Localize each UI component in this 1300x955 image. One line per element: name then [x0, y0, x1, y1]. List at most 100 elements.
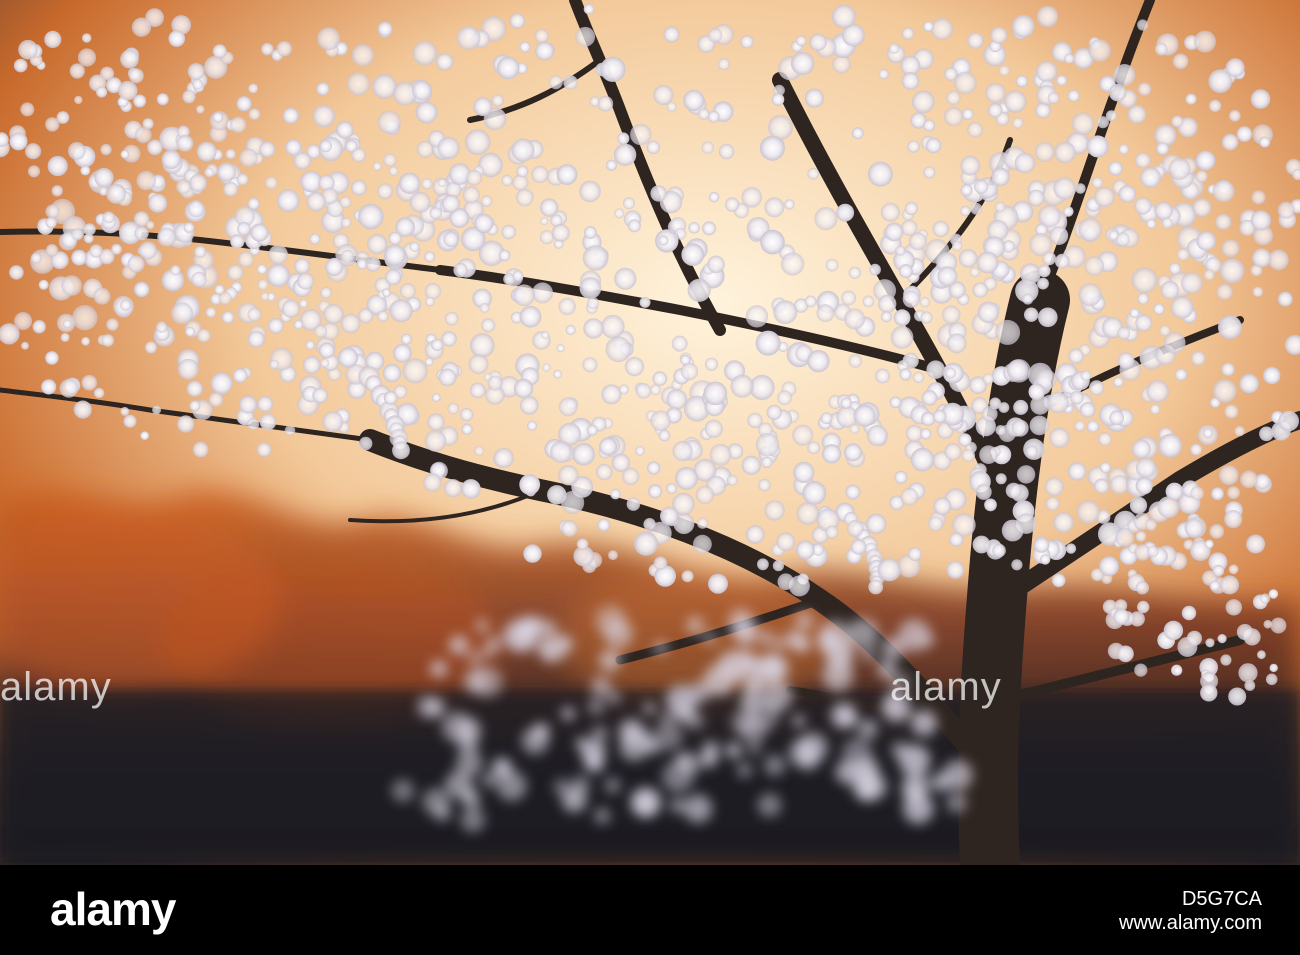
blossom [134, 281, 150, 298]
blossom [441, 331, 457, 347]
blossom [1170, 295, 1194, 319]
blossom [675, 466, 698, 490]
blossom [627, 219, 641, 233]
blossom [1168, 157, 1191, 180]
blossom [1259, 426, 1274, 442]
blossom [878, 69, 889, 80]
blossom [1012, 117, 1024, 129]
blossom [425, 296, 435, 307]
blossom [975, 484, 992, 500]
blurred-blossom [416, 695, 439, 718]
blossom [1227, 486, 1240, 500]
blossom [1215, 213, 1232, 230]
blossom [513, 284, 535, 307]
blossom [236, 96, 252, 112]
blossom [889, 396, 902, 409]
blossom [634, 531, 659, 556]
blossom [583, 3, 595, 15]
blossom [480, 195, 493, 207]
blossom [1149, 404, 1161, 415]
blossom [708, 191, 720, 203]
blossom [1140, 167, 1161, 188]
blossom [284, 425, 296, 436]
blossom [339, 196, 352, 209]
blossom [135, 126, 152, 144]
blossom [1208, 69, 1232, 93]
blossom [136, 170, 156, 191]
blurred-blossom [902, 779, 926, 804]
blossom [535, 41, 555, 61]
blossom [325, 257, 344, 277]
blossom [848, 354, 863, 368]
blossom [1108, 230, 1119, 241]
blossom [421, 178, 433, 190]
blossom [441, 194, 460, 213]
blossom [707, 255, 725, 274]
blossom [1246, 534, 1266, 554]
blossom [1204, 539, 1214, 549]
blossom [1045, 496, 1060, 511]
blossom [351, 44, 375, 67]
blossom [1190, 486, 1205, 501]
blossom [247, 330, 265, 348]
blossom [757, 558, 769, 571]
blossom [987, 103, 1003, 118]
blossom [1163, 620, 1184, 641]
blossom [89, 244, 103, 258]
blossom [32, 320, 46, 334]
blossom [1135, 457, 1157, 478]
blossom [840, 397, 852, 409]
blossom [194, 245, 207, 258]
blossom [1224, 509, 1243, 529]
blossom [385, 269, 402, 286]
blossom [1259, 136, 1271, 148]
blossom [791, 51, 815, 76]
blossom [998, 64, 1010, 77]
blossom [323, 303, 344, 325]
blossom [299, 299, 308, 309]
blurred-blossom [731, 617, 758, 644]
blossom [377, 310, 389, 322]
blossom [579, 180, 601, 203]
blossom [456, 26, 481, 50]
blossom [38, 279, 49, 290]
blurred-blossom [761, 680, 793, 712]
blossom [1094, 186, 1115, 208]
blossom [1220, 654, 1232, 666]
blossom [1109, 410, 1125, 426]
blossom [196, 141, 217, 162]
blurred-blossom [391, 779, 415, 802]
blossom [1001, 519, 1024, 542]
blossom [1016, 465, 1036, 484]
blossom [120, 150, 130, 159]
blossom [902, 290, 921, 308]
blossom [1153, 303, 1165, 315]
blossom [561, 490, 585, 515]
blossom [532, 282, 553, 304]
blossom [540, 217, 549, 226]
blossom [1221, 133, 1239, 151]
blossom [187, 63, 205, 80]
blossom [851, 127, 864, 140]
blossom [928, 516, 944, 532]
blossom [953, 71, 977, 95]
blossom [383, 153, 397, 167]
blossom [921, 411, 936, 426]
blossom [606, 159, 617, 171]
blossom [1131, 267, 1158, 294]
blossom [793, 461, 815, 483]
blossom [1108, 83, 1127, 102]
footer-meta: D5G7CA www.alamy.com [1119, 887, 1262, 935]
blossom [377, 110, 401, 134]
blossom [1012, 14, 1035, 38]
blossom [266, 263, 290, 287]
blossom [572, 442, 595, 466]
blossom [639, 296, 651, 308]
blossom [217, 162, 236, 182]
blossom [1168, 262, 1181, 275]
blossom [400, 333, 412, 345]
blossom [1211, 487, 1224, 501]
blossom [920, 311, 933, 324]
blossom [120, 299, 132, 311]
blossom [1118, 144, 1129, 155]
